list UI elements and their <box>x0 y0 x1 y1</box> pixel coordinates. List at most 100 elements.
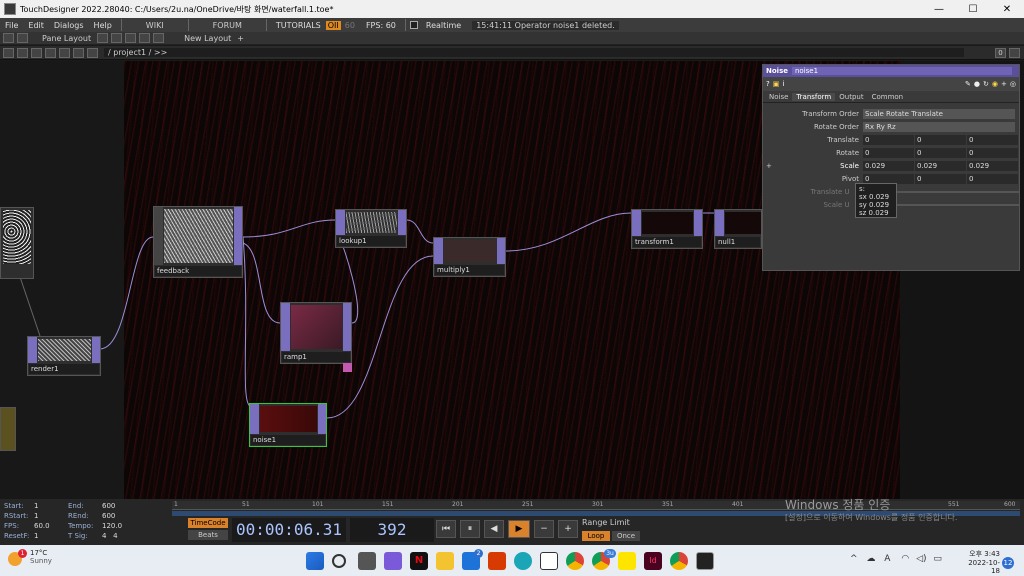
stop-icon[interactable] <box>17 47 28 58</box>
pane-layout-label[interactable]: Pane Layout <box>42 34 91 43</box>
network-path[interactable]: / project1 / >> <box>104 48 964 57</box>
scale-y-field[interactable]: 0.029 <box>915 160 966 171</box>
wifi-icon[interactable]: ◠ <box>901 554 909 564</box>
indesign-icon[interactable]: Id <box>644 552 662 570</box>
timeline-ruler[interactable]: 1 51 101 151 201 251 301 351 401 551 600 <box>172 501 1020 510</box>
node-null1[interactable]: null1 <box>714 209 762 249</box>
office-icon[interactable] <box>488 552 506 570</box>
node-render1[interactable]: render1 <box>27 336 101 376</box>
rstart-field[interactable]: 1 <box>34 511 68 521</box>
start-icon[interactable] <box>306 552 324 570</box>
target-icon[interactable]: ◎ <box>1010 80 1016 88</box>
search-icon[interactable] <box>332 554 346 568</box>
pause-button[interactable]: ⏸ <box>460 520 480 538</box>
scale-unit-slider[interactable] <box>883 203 1019 206</box>
home-icon[interactable] <box>73 47 84 58</box>
play-button[interactable]: ▶ <box>508 520 530 538</box>
translate-unit-slider[interactable] <box>883 190 1019 193</box>
scale-x-field[interactable]: 0.029 <box>863 160 914 171</box>
end-field[interactable]: 600 <box>102 501 136 511</box>
menu-file[interactable]: File <box>0 21 23 30</box>
tab-common[interactable]: Common <box>868 93 908 101</box>
rewind-button[interactable]: ⏮ <box>436 520 456 538</box>
scale-z-field[interactable]: 0.029 <box>967 160 1018 171</box>
add-icon[interactable] <box>59 47 70 58</box>
edge-icon[interactable] <box>514 552 532 570</box>
frame-readout[interactable]: 392 <box>350 518 434 542</box>
step-back-button[interactable]: ◀ <box>484 520 504 538</box>
translate-y-field[interactable]: 0 <box>915 134 966 145</box>
tempo-field[interactable]: 120.0 <box>102 521 136 531</box>
comment-icon[interactable]: ● <box>974 80 980 88</box>
op-name-field[interactable]: noise1 <box>791 67 1012 75</box>
language-indicator[interactable]: A <box>884 554 890 564</box>
pivot-z-field[interactable]: 0 <box>967 173 1018 184</box>
forward-icon[interactable] <box>45 47 56 58</box>
menu-help[interactable]: Help <box>89 21 117 30</box>
realtime-checkbox[interactable] <box>409 21 418 29</box>
cloud-icon[interactable]: ☁ <box>866 554 875 564</box>
pane-menu-icon[interactable] <box>3 47 14 58</box>
pivot-x-field[interactable]: 0 <box>863 173 914 184</box>
oi-toggle[interactable]: OII <box>325 20 341 30</box>
loop-toggle[interactable]: Loop <box>582 531 610 541</box>
tab-output[interactable]: Output <box>835 93 867 101</box>
weather-widget[interactable]: 17°C Sunny <box>30 549 52 565</box>
up-icon[interactable] <box>87 47 98 58</box>
chrome-alt-icon[interactable] <box>670 552 688 570</box>
start-field[interactable]: 1 <box>34 501 68 511</box>
edit-icon[interactable]: ✎ <box>965 80 971 88</box>
rotate-z-field[interactable]: 0 <box>967 147 1018 158</box>
help-icon[interactable]: ? <box>766 80 770 88</box>
menu-edit[interactable]: Edit <box>23 21 49 30</box>
layout-4-icon[interactable] <box>139 33 151 43</box>
netflix-icon[interactable]: N <box>410 552 428 570</box>
rotate-x-field[interactable]: 0 <box>863 147 914 158</box>
fps-field[interactable]: 60.0 <box>34 521 68 531</box>
system-tray[interactable]: ^ ☁ A ◠ ◁) ▭ <box>850 554 942 564</box>
node-feedback[interactable]: feedback <box>153 206 243 278</box>
python-help-icon[interactable]: ◉ <box>992 80 998 88</box>
kakaotalk-icon[interactable] <box>618 552 636 570</box>
reset-icon[interactable]: ↻ <box>983 80 989 88</box>
tutorials-link[interactable]: TUTORIALS <box>271 21 326 30</box>
time-readout[interactable]: 00:00:06.31 <box>232 518 346 542</box>
pivot-y-field[interactable]: 0 <box>915 173 966 184</box>
step-plus-button[interactable]: + <box>558 520 578 538</box>
volume-icon[interactable]: ◁) <box>916 554 926 564</box>
translate-x-field[interactable]: 0 <box>863 134 914 145</box>
translate-z-field[interactable]: 0 <box>967 134 1018 145</box>
menu-dialogs[interactable]: Dialogs <box>49 21 89 30</box>
python-icon[interactable]: ▣ <box>773 80 780 88</box>
tab-transform[interactable]: Transform <box>792 92 836 101</box>
task-view-icon[interactable] <box>358 552 376 570</box>
notification-badge[interactable]: 12 <box>1002 557 1014 569</box>
clock[interactable]: 오후 3:43 2022-10-18 <box>960 549 1000 575</box>
node-transform1[interactable]: transform1 <box>631 209 703 249</box>
once-toggle[interactable]: Once <box>612 531 640 541</box>
new-layout-button[interactable]: New Layout <box>184 34 231 43</box>
resetf-field[interactable]: 1 <box>34 531 68 541</box>
rend-field[interactable]: 600 <box>102 511 136 521</box>
node-lookup1[interactable]: lookup1 <box>335 209 407 248</box>
rotate-y-field[interactable]: 0 <box>915 147 966 158</box>
node-partial-bottom[interactable] <box>0 407 16 451</box>
node-noise1[interactable]: noise1 <box>249 403 327 447</box>
rotate-order-select[interactable]: Rx Ry Rz <box>863 121 1015 132</box>
pane-option-icon[interactable]: 0 <box>995 47 1006 58</box>
chevron-up-icon[interactable]: ^ <box>850 554 858 564</box>
node-ramp1[interactable]: ramp1 <box>280 302 352 364</box>
back-icon[interactable] <box>31 47 42 58</box>
layout-5-icon[interactable] <box>153 33 165 43</box>
info-icon[interactable]: i <box>782 80 784 88</box>
maximize-pane-icon[interactable] <box>1009 47 1020 58</box>
minimize-button[interactable]: — <box>922 4 956 15</box>
tab-noise[interactable]: Noise <box>765 93 792 101</box>
node-multiply1[interactable]: multiply1 <box>433 237 506 277</box>
file-explorer-icon[interactable] <box>436 552 454 570</box>
wiki-link[interactable]: WIKI <box>126 21 184 30</box>
layout-1-icon[interactable] <box>97 33 109 43</box>
timecode-toggle[interactable]: TimeCode <box>188 518 228 528</box>
layout-3-icon[interactable] <box>125 33 137 43</box>
split-left-icon[interactable] <box>3 33 14 43</box>
